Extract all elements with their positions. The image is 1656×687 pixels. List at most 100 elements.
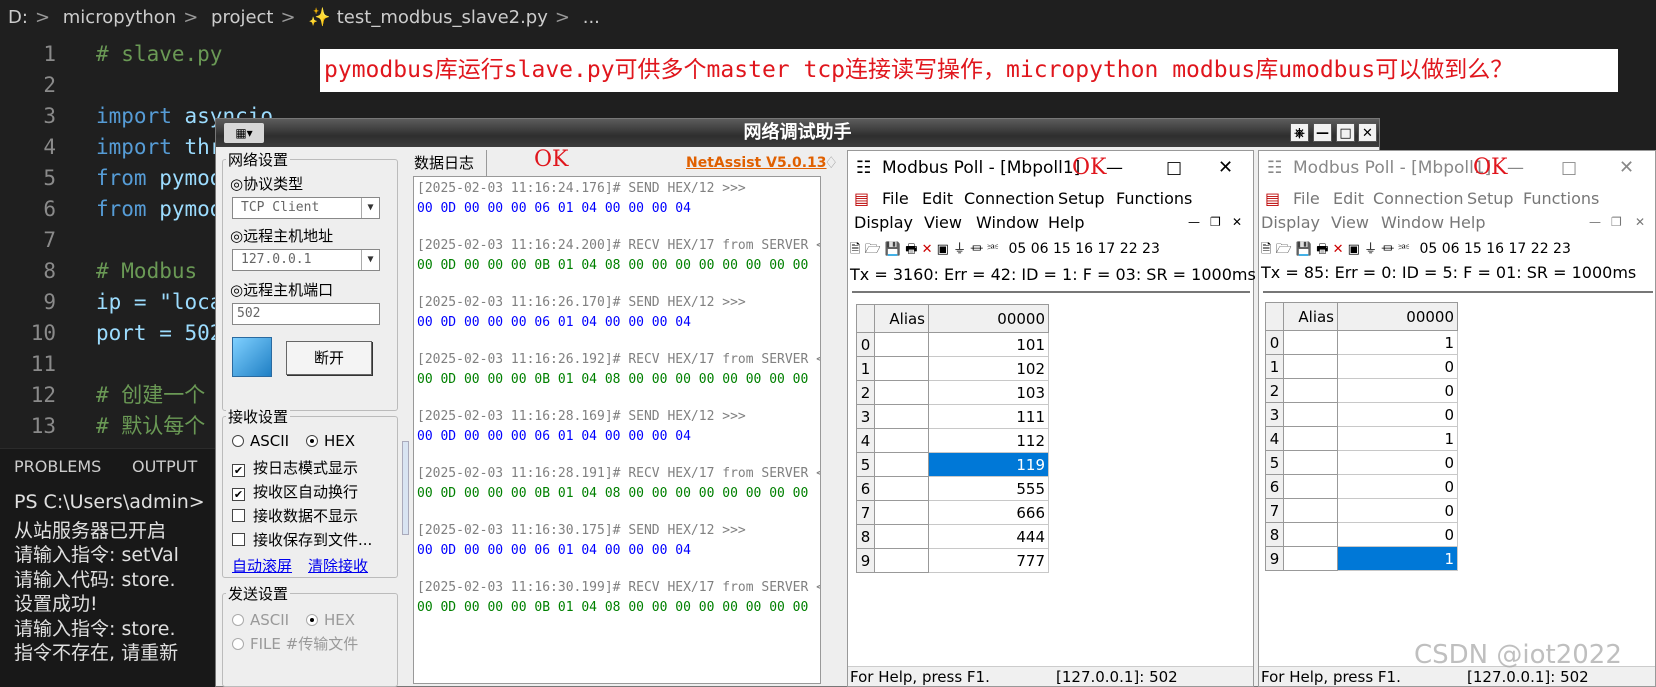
tab-problems[interactable]: PROBLEMS bbox=[14, 449, 101, 485]
poll2-register-table[interactable]: Alias 00000 0 1 1 0 2 0 3 0 4 1 5 0 6 0 7 0 8 0 9 1 bbox=[1265, 302, 1458, 571]
register-value[interactable]: 444 bbox=[928, 524, 1049, 549]
mdi-close-icon[interactable]: ✕ bbox=[1232, 211, 1242, 234]
hide-data-checkbox[interactable]: 接收数据不显示 bbox=[232, 505, 358, 526]
print-icon[interactable]: 🖶 bbox=[905, 242, 917, 257]
register-value[interactable]: 119 bbox=[928, 452, 1049, 477]
minimize-button[interactable]: — bbox=[1507, 151, 1524, 185]
minimize-button[interactable]: — bbox=[1313, 123, 1332, 142]
window-icon[interactable]: ▣ bbox=[1348, 242, 1360, 257]
register-value[interactable]: 1 bbox=[1337, 426, 1458, 451]
menu-functions[interactable]: Functions bbox=[1523, 187, 1599, 210]
register-value[interactable]: 1 bbox=[1337, 546, 1458, 571]
remote-port-input[interactable]: 502 bbox=[232, 303, 380, 325]
alias-cell[interactable] bbox=[874, 500, 929, 525]
row-number[interactable]: 3 bbox=[1265, 402, 1284, 427]
row-number[interactable]: 4 bbox=[1265, 426, 1284, 451]
table-row[interactable]: 70 bbox=[1265, 498, 1458, 523]
row-number[interactable]: 1 bbox=[856, 356, 875, 381]
doc-icon[interactable]: ▤ bbox=[854, 187, 869, 210]
save-file-checkbox[interactable]: 接收保存到文件... bbox=[232, 529, 372, 550]
menu-edit[interactable]: Edit bbox=[1333, 187, 1364, 210]
menu-connection[interactable]: Connection bbox=[964, 187, 1055, 210]
table-row[interactable]: 3 111 bbox=[856, 404, 1049, 429]
table-row[interactable]: 01 bbox=[1265, 330, 1458, 355]
row-number[interactable]: 6 bbox=[856, 476, 875, 501]
open-icon[interactable]: 🗁 bbox=[865, 242, 881, 257]
breadcrumb-folder-project[interactable]: project bbox=[211, 7, 273, 28]
table-row[interactable]: 91 bbox=[1265, 546, 1458, 571]
menu-display[interactable]: Display bbox=[1261, 211, 1320, 234]
menu-help[interactable]: Help bbox=[1048, 211, 1084, 234]
delete-icon[interactable]: ✕ bbox=[922, 242, 933, 257]
register-value[interactable]: 103 bbox=[928, 380, 1049, 405]
disconnect-icon[interactable]: ⏛ bbox=[1381, 242, 1394, 257]
maximize-button[interactable]: □ bbox=[1561, 151, 1577, 185]
table-row[interactable]: 80 bbox=[1265, 522, 1458, 547]
register-value[interactable]: 101 bbox=[928, 332, 1049, 357]
alias-cell[interactable] bbox=[874, 476, 929, 501]
table-row[interactable]: 4 112 bbox=[856, 428, 1049, 453]
menu-functions[interactable]: Functions bbox=[1116, 187, 1192, 210]
alias-cell[interactable] bbox=[1283, 378, 1338, 403]
send-file-radio[interactable]: FILE #传输文件 bbox=[232, 633, 358, 654]
save-icon[interactable]: 💾 bbox=[1296, 242, 1312, 257]
register-value[interactable]: 111 bbox=[928, 404, 1049, 429]
menu-display[interactable]: Display bbox=[854, 211, 913, 234]
save-icon[interactable]: 💾 bbox=[885, 242, 901, 257]
chevron-down-icon[interactable]: ▼ bbox=[361, 250, 379, 270]
register-value[interactable]: 112 bbox=[928, 428, 1049, 453]
menu-view[interactable]: View bbox=[1331, 211, 1369, 234]
alias-cell[interactable] bbox=[1283, 402, 1338, 427]
column-header[interactable]: 00000 bbox=[928, 304, 1049, 333]
close-button[interactable]: ✕ bbox=[1358, 123, 1377, 142]
alias-header[interactable]: Alias bbox=[874, 304, 929, 333]
table-row[interactable]: 7 666 bbox=[856, 500, 1049, 525]
auto-scroll-link[interactable]: 自动滚屏 bbox=[232, 555, 292, 576]
menu-edit[interactable]: Edit bbox=[922, 187, 953, 210]
pulse-icon[interactable]: ⎃ bbox=[987, 242, 998, 257]
column-header[interactable]: 00000 bbox=[1337, 302, 1458, 331]
mdi-minimize-icon[interactable]: — bbox=[1589, 211, 1601, 234]
row-number[interactable]: 2 bbox=[1265, 378, 1284, 403]
register-value[interactable]: 555 bbox=[928, 476, 1049, 501]
table-row[interactable]: 50 bbox=[1265, 450, 1458, 475]
function-codes[interactable]: 05 06 15 16 17 22 23 bbox=[1008, 241, 1159, 257]
netassist-logo-icon[interactable]: ▦▾ bbox=[224, 123, 264, 143]
alias-cell[interactable] bbox=[1283, 498, 1338, 523]
alias-cell[interactable] bbox=[1283, 426, 1338, 451]
alias-cell[interactable] bbox=[874, 524, 929, 549]
register-value[interactable]: 0 bbox=[1337, 498, 1458, 523]
table-row[interactable]: 41 bbox=[1265, 426, 1458, 451]
register-value[interactable]: 0 bbox=[1337, 378, 1458, 403]
close-button[interactable]: ✕ bbox=[1619, 151, 1634, 185]
row-number[interactable]: 7 bbox=[856, 500, 875, 525]
auto-wrap-checkbox[interactable]: ✔ 按收区自动换行 bbox=[232, 481, 358, 502]
clear-receive-link[interactable]: 清除接收 bbox=[308, 555, 368, 576]
function-codes[interactable]: 05 06 15 16 17 22 23 bbox=[1419, 241, 1570, 257]
row-number[interactable]: 2 bbox=[856, 380, 875, 405]
connect-icon[interactable]: ⏚ bbox=[953, 242, 966, 257]
poll1-register-table[interactable]: Alias 00000 0 101 1 102 2 103 3 111 4 112 5 119 6 555 7 6… bbox=[856, 304, 1049, 573]
mdi-restore-icon[interactable]: ❐ bbox=[1210, 211, 1221, 234]
chevron-down-icon[interactable]: ▼ bbox=[361, 198, 379, 218]
row-number[interactable]: 5 bbox=[856, 452, 875, 477]
doc-icon[interactable]: ▤ bbox=[1265, 187, 1280, 210]
register-value[interactable]: 777 bbox=[928, 548, 1049, 573]
mdi-minimize-icon[interactable]: — bbox=[1188, 211, 1200, 234]
table-row[interactable]: 8 444 bbox=[856, 524, 1049, 549]
table-row[interactable]: 9 777 bbox=[856, 548, 1049, 573]
menu-window[interactable]: Window bbox=[1381, 211, 1444, 234]
register-value[interactable]: 666 bbox=[928, 500, 1049, 525]
menu-setup[interactable]: Setup bbox=[1058, 187, 1105, 210]
table-row[interactable]: 2 103 bbox=[856, 380, 1049, 405]
alias-cell[interactable] bbox=[1283, 474, 1338, 499]
row-number[interactable]: 7 bbox=[1265, 498, 1284, 523]
alias-cell[interactable] bbox=[874, 428, 929, 453]
table-row[interactable]: 60 bbox=[1265, 474, 1458, 499]
row-number[interactable]: 0 bbox=[856, 332, 875, 357]
send-ascii-radio[interactable]: ASCII bbox=[232, 611, 289, 629]
table-row[interactable]: 30 bbox=[1265, 402, 1458, 427]
row-number[interactable]: 5 bbox=[1265, 450, 1284, 475]
alias-cell[interactable] bbox=[1283, 354, 1338, 379]
register-value[interactable]: 102 bbox=[928, 356, 1049, 381]
